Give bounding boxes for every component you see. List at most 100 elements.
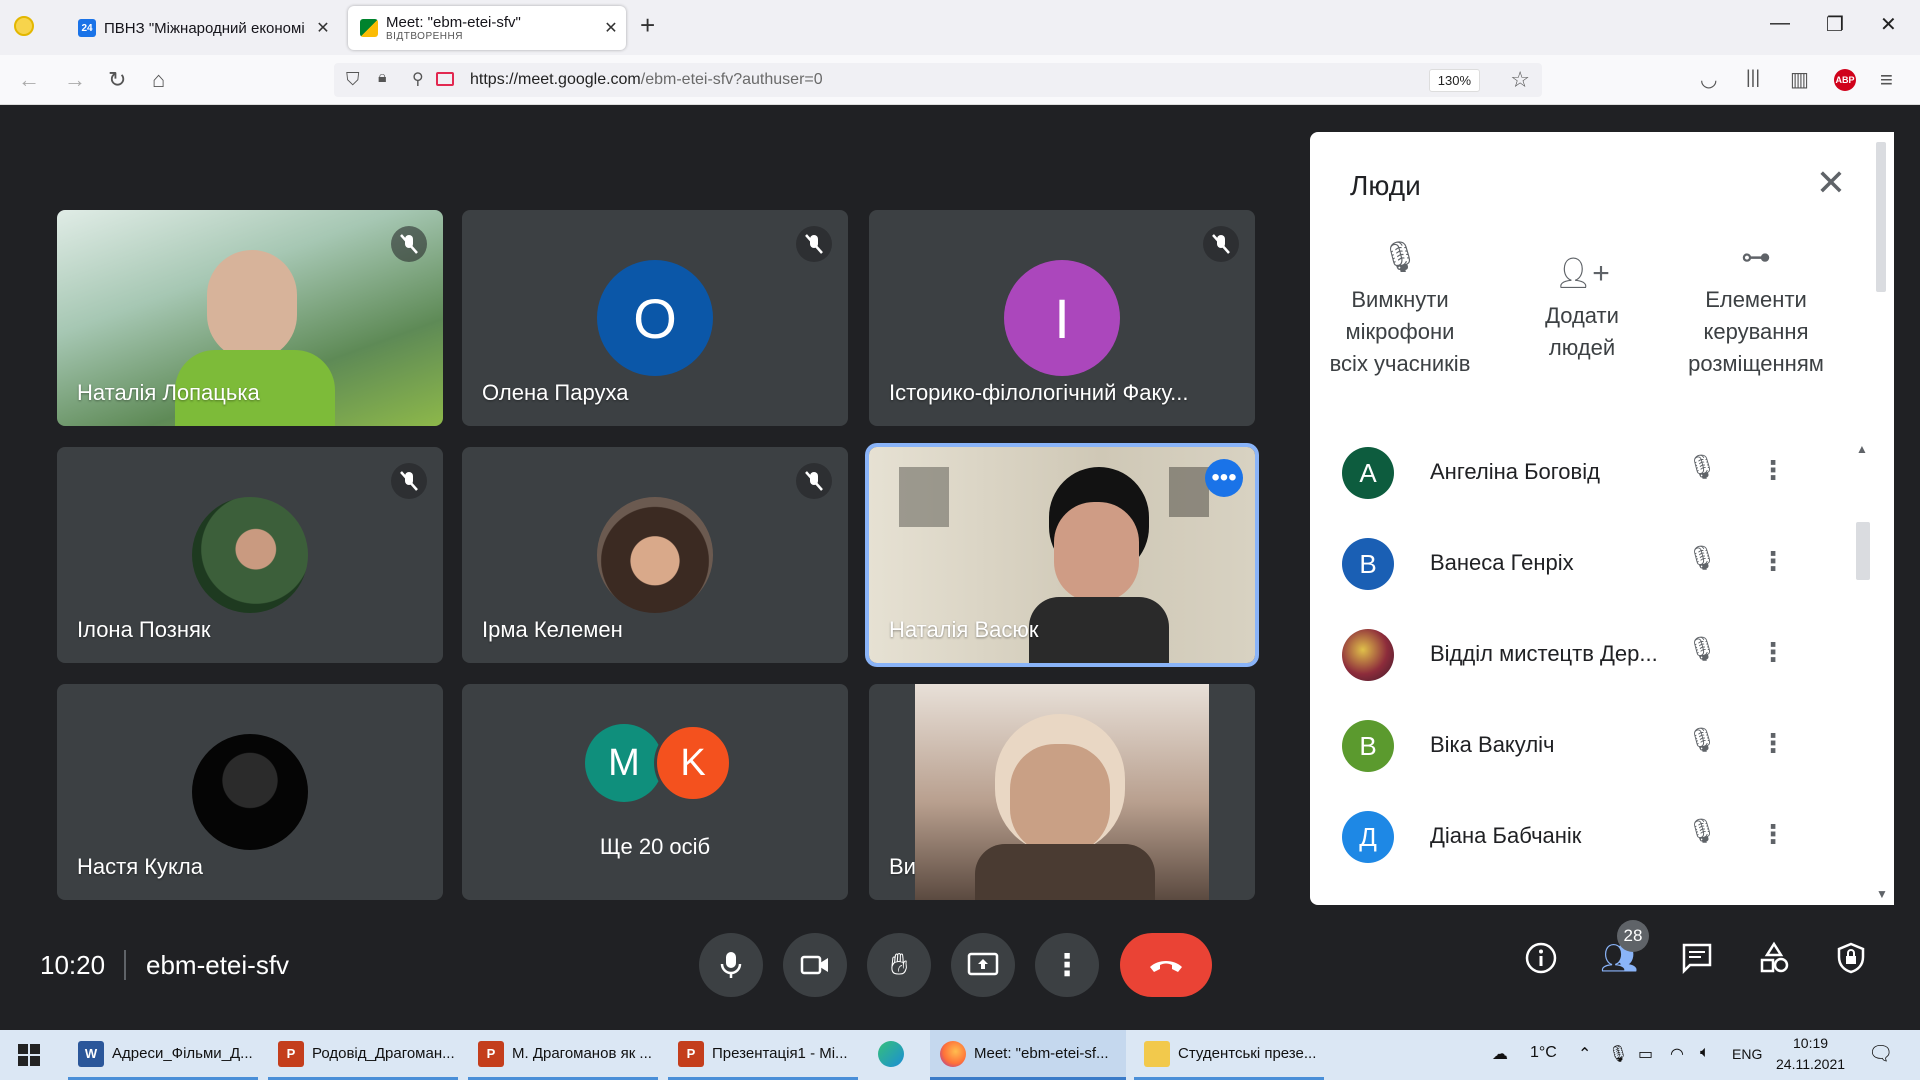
more-vert-icon[interactable]: ⋮ [1760, 637, 1786, 668]
weather-icon[interactable]: ☁ [1492, 1044, 1508, 1064]
taskbar-item[interactable]: P Родовід_Драгоман... [268, 1030, 458, 1080]
taskbar-item[interactable]: P Презентація1 - Мі... [668, 1030, 858, 1080]
temperature[interactable]: 1°C [1530, 1044, 1557, 1062]
participant-avatar: K [654, 724, 732, 802]
more-vert-icon[interactable]: ⋮ [1760, 546, 1786, 577]
powerpoint-icon: P [678, 1040, 704, 1067]
close-window-icon[interactable]: ✕ [1880, 12, 1897, 37]
pocket-icon[interactable]: ◡ [1700, 67, 1717, 92]
tab-2[interactable]: Meet: "ebm-etei-sfv" ВІДТВОРЕННЯ ✕ [348, 6, 626, 50]
windows-start-icon[interactable] [18, 1044, 40, 1066]
new-tab-button[interactable]: + [640, 10, 655, 41]
mic-off-icon[interactable]: 🎙︎ [1687, 453, 1717, 482]
people-list-item[interactable]: В Ванеса Генріх 🎙︎ ⋮ [1342, 530, 1862, 600]
more-vert-icon[interactable]: ⋮ [1760, 455, 1786, 486]
forward-icon[interactable]: → [64, 67, 86, 93]
clock-time[interactable]: 10:19 [1793, 1035, 1828, 1051]
home-icon[interactable]: ⌂ [152, 67, 165, 93]
meeting-code: ebm-etei-sfv [146, 950, 290, 980]
participant-tile[interactable]: Ірма Келемен [462, 447, 848, 663]
host-controls-icon[interactable] [1834, 941, 1868, 983]
mic-off-icon[interactable]: 🎙︎ [1687, 635, 1717, 664]
self-tile[interactable]: Ви [869, 684, 1255, 900]
people-list-item[interactable]: В Віка Вакуліч 🎙︎ ⋮ [1342, 712, 1862, 782]
taskbar-item[interactable]: W Адреси_Фільми_Д... [68, 1030, 258, 1080]
self-video [915, 684, 1209, 900]
people-list-item[interactable]: А Ангеліна Боговід 🎙︎ ⋮ [1342, 439, 1862, 509]
address-bar[interactable]: ⛉ 🔒︎ ⚲ https://meet.google.com/ebm-etei-… [334, 63, 1542, 97]
panel-title: Люди [1350, 170, 1421, 201]
participant-tile[interactable]: І Історико-філологічний Факу... [869, 210, 1255, 426]
lock-icon[interactable]: 🔒︎ [378, 69, 387, 87]
bookmark-star-icon[interactable]: ☆ [1510, 67, 1530, 93]
taskbar-item-edge[interactable] [868, 1030, 924, 1080]
word-icon: W [78, 1040, 104, 1067]
more-vert-icon[interactable]: ⋮ [1760, 819, 1786, 850]
wifi-icon[interactable]: ◠ [1670, 1044, 1684, 1064]
taskbar-item[interactable]: Студентські презе... [1134, 1030, 1324, 1080]
microphone-tray-icon[interactable]: 🎙︎ [1608, 1044, 1628, 1064]
notifications-icon[interactable]: 🗨︎ [1868, 1041, 1893, 1066]
close-icon[interactable]: ✕ [1816, 162, 1846, 204]
participant-avatar: M [585, 724, 663, 802]
meet-main: Наталія Лопацька О Олена Паруха І Істори… [0, 105, 1920, 1030]
minimize-icon[interactable]: — [1770, 12, 1790, 35]
camera-sharing-icon[interactable] [436, 72, 454, 86]
participant-tile[interactable]: О Олена Паруха [462, 210, 848, 426]
firefox-view-icon[interactable] [14, 16, 34, 36]
sidebar-icon[interactable]: ▥ [1790, 67, 1809, 92]
taskbar-item-active[interactable]: Meet: "ebm-etei-sf... [930, 1030, 1126, 1080]
adblock-icon[interactable]: ABP [1834, 69, 1856, 91]
more-participants-tile[interactable]: M K Ще 20 осіб [462, 684, 848, 900]
windows-taskbar: W Адреси_Фільми_Д... P Родовід_Драгоман.… [0, 1030, 1920, 1080]
person-name: Ванеса Генріх [1430, 550, 1574, 575]
tab-1[interactable]: 24 ПВНЗ "Міжнародний економі ✕ [68, 6, 338, 50]
participant-tile[interactable]: Наталія Лопацька [57, 210, 443, 426]
back-icon[interactable]: ← [18, 67, 40, 93]
more-options-button[interactable]: ⋮ [1035, 933, 1099, 997]
meeting-details-icon[interactable] [1524, 941, 1558, 983]
zoom-level[interactable]: 130% [1428, 69, 1480, 92]
activities-icon[interactable] [1757, 941, 1791, 983]
more-vert-icon[interactable]: ⋮ [1760, 728, 1786, 759]
participant-tile[interactable]: Ілона Позняк [57, 447, 443, 663]
chevron-up-icon[interactable]: ⌃ [1578, 1044, 1591, 1064]
taskbar-item[interactable]: P М. Драгоманов як ... [468, 1030, 658, 1080]
person-name: Діана Бабчанік [1430, 823, 1582, 848]
host-controls-button[interactable]: ⊶ Елементи керування розміщенням [1666, 242, 1846, 380]
add-people-button[interactable]: 👤︎+ Додати людей [1492, 258, 1672, 364]
mic-off-icon[interactable]: 🎙︎ [1687, 726, 1717, 755]
present-screen-button[interactable] [951, 933, 1015, 997]
clock-date[interactable]: 24.11.2021 [1776, 1056, 1845, 1072]
library-icon[interactable]: ||| [1746, 67, 1760, 88]
end-call-button[interactable] [1120, 933, 1212, 997]
participant-tile[interactable]: Настя Кукла [57, 684, 443, 900]
participant-tile-active[interactable]: ••• Наталія Васюк [869, 447, 1255, 663]
microphone-button[interactable] [699, 933, 763, 997]
shield-icon[interactable]: ⛉ [346, 69, 360, 90]
close-tab-icon[interactable]: ✕ [308, 18, 338, 38]
people-list-item[interactable]: Д Діана Бабчанік 🎙︎ ⋮ [1342, 803, 1862, 873]
language-indicator[interactable]: ENG [1732, 1046, 1762, 1062]
person-avatar: Д [1342, 811, 1394, 863]
chat-icon[interactable] [1680, 941, 1714, 983]
raise-hand-button[interactable]: ✋︎ [867, 933, 931, 997]
mic-off-icon [391, 226, 427, 262]
people-list-item[interactable]: Відділ мистецтв Дер... 🎙︎ ⋮ [1342, 621, 1862, 691]
mic-off-icon [1203, 226, 1239, 262]
menu-icon[interactable]: ≡ [1880, 67, 1893, 93]
mute-all-button[interactable]: 🎙︎ Вимкнути мікрофони всіх учасників [1310, 242, 1490, 380]
volume-icon[interactable]: 🔈︎ [1700, 1044, 1710, 1062]
close-tab-icon[interactable]: ✕ [596, 18, 626, 38]
restore-icon[interactable]: ❐ [1826, 12, 1844, 37]
permissions-icon[interactable]: ⚲ [412, 69, 424, 89]
camera-button[interactable] [783, 933, 847, 997]
mic-off-icon[interactable]: 🎙︎ [1687, 817, 1717, 846]
scrollbar[interactable]: ▲ ▼ [1856, 142, 1888, 902]
reload-icon[interactable]: ↻ [108, 67, 126, 93]
mic-off-icon[interactable]: 🎙︎ [1687, 544, 1717, 573]
battery-icon[interactable]: ▭ [1638, 1044, 1653, 1064]
more-options-icon[interactable]: ••• [1205, 459, 1243, 497]
mic-off-icon: 🎙︎ [1380, 241, 1420, 274]
toggle-icon: ⊶ [1741, 241, 1771, 274]
